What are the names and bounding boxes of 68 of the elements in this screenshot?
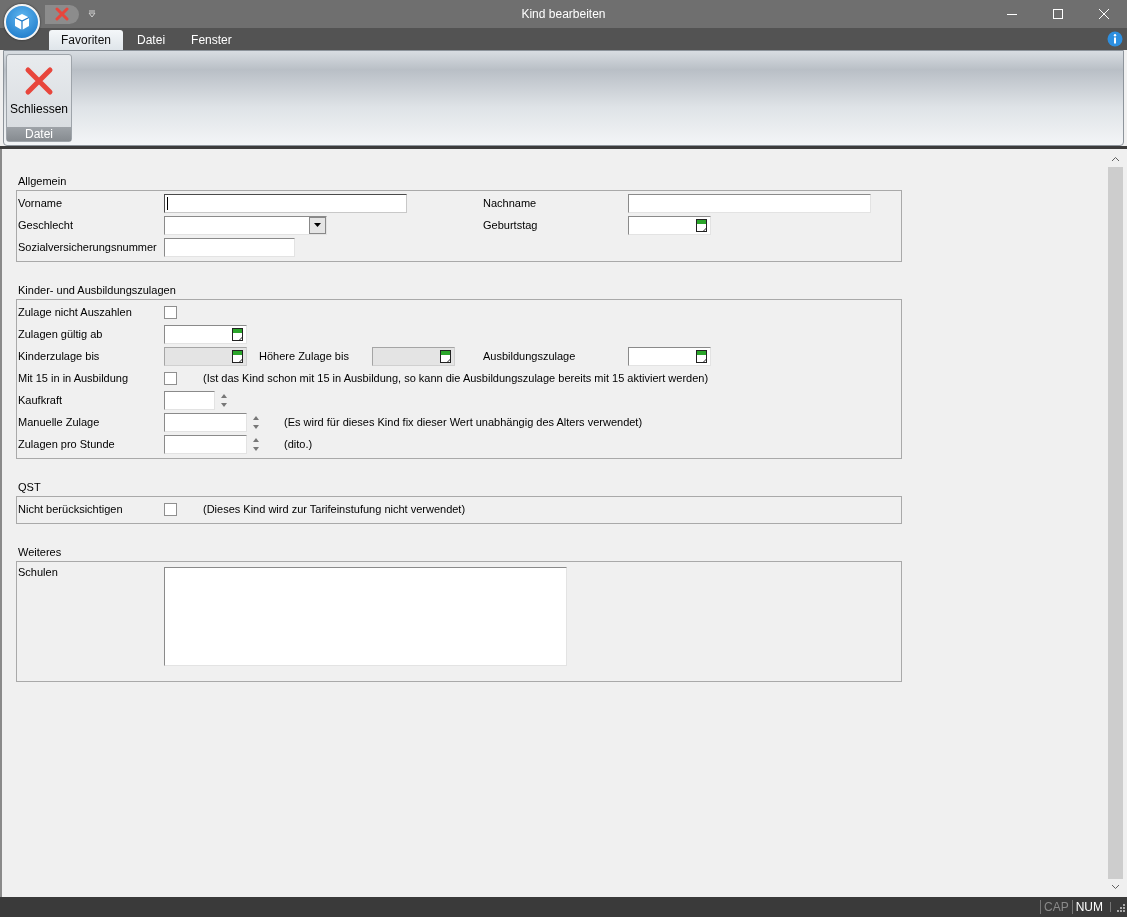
checkbox[interactable] bbox=[164, 502, 177, 516]
triangle-down-icon bbox=[253, 446, 259, 451]
date-field[interactable] bbox=[628, 215, 711, 235]
field-label: Geschlecht bbox=[18, 219, 75, 231]
text-field[interactable] bbox=[164, 237, 295, 257]
field-label: Höhere Zulage bis bbox=[259, 350, 350, 362]
calendar-icon bbox=[696, 218, 707, 232]
close-icon bbox=[55, 7, 69, 21]
dropdown-arrow-icon bbox=[314, 223, 321, 227]
field-label: Zulage nicht Auszahlen bbox=[18, 306, 133, 318]
triangle-down-icon bbox=[221, 402, 227, 407]
field-label: Zulagen gültig ab bbox=[18, 328, 104, 340]
close-button[interactable]: Schliessen bbox=[7, 55, 71, 127]
dropdown-icon[interactable] bbox=[88, 10, 96, 18]
triangle-up-icon bbox=[221, 393, 227, 398]
cube-icon bbox=[12, 12, 32, 32]
app-orb-button[interactable] bbox=[4, 4, 40, 40]
status-indicator: CAP bbox=[1040, 900, 1072, 914]
field-label: Geburtstag bbox=[483, 219, 539, 231]
field-label: Ausbildungszulage bbox=[483, 350, 577, 362]
field-label: Schulen bbox=[18, 565, 59, 578]
number-field[interactable] bbox=[164, 390, 215, 410]
calendar-icon bbox=[232, 327, 243, 341]
ribbon-tab[interactable]: Favoriten bbox=[49, 30, 124, 50]
ribbon-tab[interactable]: Fenster bbox=[179, 30, 244, 50]
field-label: Kaufkraft bbox=[18, 394, 64, 406]
triangle-up-icon bbox=[253, 437, 259, 442]
chevron-down-icon bbox=[1110, 884, 1120, 890]
ribbon-group-label: Datei bbox=[7, 127, 71, 141]
ribbon-tab[interactable]: Datei bbox=[125, 30, 178, 50]
dropdown-field[interactable] bbox=[164, 215, 327, 235]
text-field[interactable] bbox=[164, 193, 407, 213]
section-title: Kinder- und Ausbildungszulagen bbox=[17, 283, 177, 298]
calendar-icon bbox=[696, 349, 707, 363]
section-title: QST bbox=[17, 480, 42, 495]
calendar-icon bbox=[232, 349, 243, 363]
field-label: Vorname bbox=[18, 197, 64, 209]
resize-grip-icon bbox=[1110, 902, 1125, 912]
close-icon bbox=[24, 66, 54, 96]
number-field[interactable] bbox=[164, 434, 247, 454]
calendar-icon bbox=[440, 349, 451, 363]
number-field[interactable] bbox=[164, 412, 247, 432]
hint-text: (dito.) bbox=[284, 438, 313, 450]
field-label: Kinderzulage bis bbox=[18, 350, 101, 362]
section-title: Weiteres bbox=[17, 545, 63, 560]
triangle-down-icon bbox=[253, 424, 259, 429]
checkbox[interactable] bbox=[164, 305, 177, 319]
info-icon[interactable] bbox=[1107, 31, 1123, 47]
status-indicator: NUM bbox=[1071, 900, 1106, 914]
field-label: Zulagen pro Stunde bbox=[18, 438, 116, 450]
window-title: Kind bearbeiten bbox=[520, 7, 607, 21]
close-icon bbox=[1098, 8, 1110, 20]
hint-text: (Dieses Kind wird zur Tarifeinstufung nicht verwendet) bbox=[203, 503, 466, 515]
date-field[interactable] bbox=[628, 346, 711, 366]
field-label: Nachname bbox=[483, 197, 538, 209]
checkbox[interactable] bbox=[164, 371, 177, 385]
maximize-icon bbox=[1052, 8, 1064, 20]
chevron-up-icon bbox=[1110, 156, 1120, 162]
triangle-up-icon bbox=[253, 415, 259, 420]
hint-text: (Ist das Kind schon mit 15 in Ausbildung, so kann die Ausbildungszulage bereits mit 15 aktiviert werden) bbox=[203, 372, 709, 384]
field-label: Mit 15 in in Ausbildung bbox=[18, 372, 130, 384]
field-label: Nicht berücksichtigen bbox=[18, 503, 124, 515]
field-label: Sozialversicherungsnummer bbox=[18, 241, 158, 253]
hint-text: (Es wird für dieses Kind fix dieser Wert unabhängig des Alters verwendet) bbox=[284, 416, 643, 428]
section-title: Allgemein bbox=[17, 174, 68, 189]
field-label: Manuelle Zulage bbox=[18, 416, 101, 428]
text-field[interactable] bbox=[628, 193, 871, 213]
date-field[interactable] bbox=[164, 324, 247, 344]
